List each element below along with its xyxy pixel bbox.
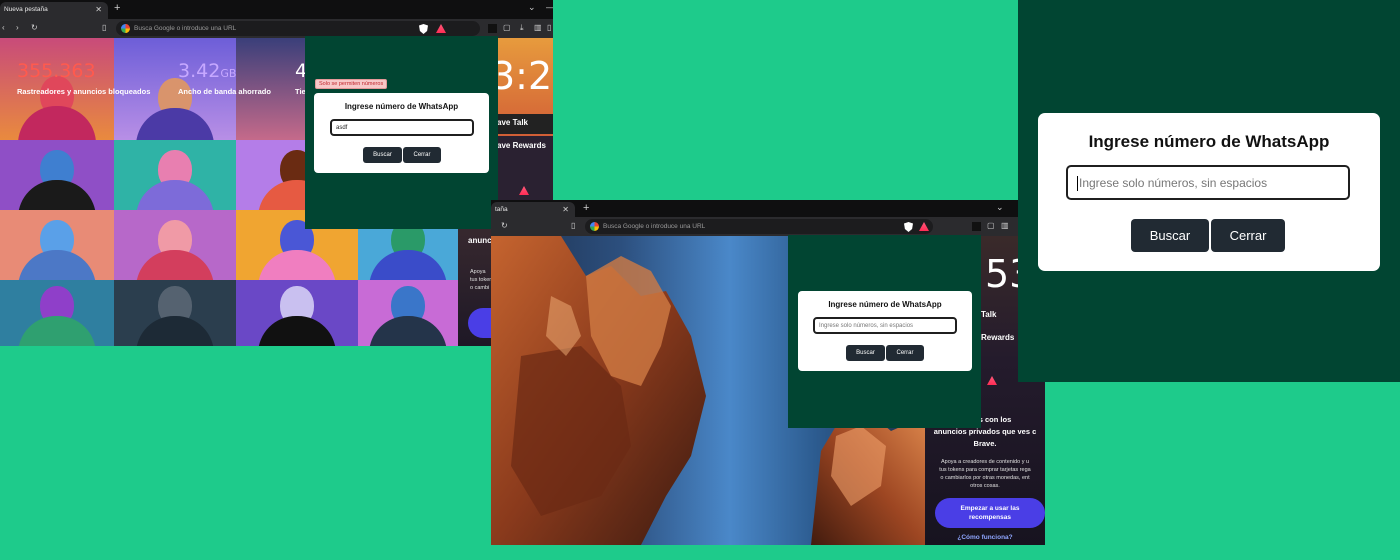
google-icon: [590, 222, 599, 231]
illustration-tile: [0, 140, 114, 210]
bookmark-icon[interactable]: ▯: [102, 23, 106, 32]
plus-icon[interactable]: +: [583, 202, 589, 214]
modal-title: Ingrese número de WhatsApp: [828, 300, 942, 309]
chevron-down-icon[interactable]: ⌄: [996, 202, 1004, 213]
sidebar-icon[interactable]: ▥: [534, 23, 542, 32]
brave-rewards-link[interactable]: Rewards: [981, 333, 1014, 342]
close-icon[interactable]: ✕: [562, 205, 569, 214]
sidebar-icon[interactable]: ▥: [1001, 221, 1009, 230]
rewards-cta-button[interactable]: Empezar a usar las recompensas: [935, 498, 1045, 528]
brave-rewards-widget[interactable]: ave Rewards: [491, 136, 553, 210]
clock: 3:20: [491, 54, 553, 98]
search-button[interactable]: Buscar: [363, 147, 402, 163]
chevron-down-icon[interactable]: ⌄: [528, 2, 536, 13]
reload-icon[interactable]: ↻: [31, 23, 38, 32]
search-button[interactable]: Buscar: [846, 345, 885, 361]
person-illustration: [17, 216, 97, 280]
brave-talk-link[interactable]: Talk: [981, 310, 996, 319]
modal-title: Ingrese número de WhatsApp: [344, 102, 459, 111]
person-illustration: [135, 72, 215, 140]
person-illustration: [17, 284, 97, 346]
rewards-heading: anunc: [468, 236, 492, 245]
close-button[interactable]: Cerrar: [403, 147, 441, 163]
person-illustration: [135, 216, 215, 280]
extension-icon[interactable]: [972, 222, 981, 231]
minimize-icon[interactable]: —: [546, 2, 553, 12]
brave-talk-card[interactable]: ave Talk: [491, 114, 553, 134]
tab-title: Nueva pestaña: [4, 6, 48, 13]
brave-logo-icon: [519, 186, 529, 195]
person-illustration: [17, 146, 97, 210]
rewards-body: Apoya tus token o cambi: [470, 269, 493, 291]
phone-input[interactable]: Ingrese solo números, sin espacios: [1066, 165, 1350, 200]
person-illustration: [368, 284, 448, 346]
close-button[interactable]: Cerrar: [1211, 219, 1285, 252]
trackers-count: 355.363: [17, 60, 96, 82]
whatsapp-modal: Ingrese número de WhatsApp Ingrese solo …: [798, 291, 972, 371]
browser-screenshot-1: Nueva pestaña ✕ + ⌄ — ‹ › ↻ ▯ Busca Goog…: [0, 0, 553, 346]
url-placeholder: Busca Google o introduce una URL: [603, 223, 706, 230]
bookmark-icon[interactable]: ▯: [571, 221, 575, 230]
tab-bar: Nueva pestaña ✕ + ⌄ —: [0, 0, 553, 19]
close-icon[interactable]: ✕: [95, 5, 102, 14]
illustration-tile: [114, 140, 236, 210]
illustration-tile: [236, 280, 358, 346]
illustration-tile: [114, 280, 236, 346]
person-illustration: [257, 284, 337, 346]
url-input[interactable]: Busca Google o introduce una URL: [585, 219, 933, 234]
close-button[interactable]: Cerrar: [886, 345, 924, 361]
trackers-label: Rastreadores y anuncios bloqueados: [17, 87, 151, 96]
how-it-works-link[interactable]: ¿Cómo funciona?: [925, 534, 1045, 541]
bandwidth-value: 3.42GB: [178, 60, 237, 82]
menu-icon[interactable]: ▯: [547, 23, 551, 32]
whatsapp-modal: Ingrese número de WhatsApp asdf Buscar C…: [314, 93, 489, 173]
search-button[interactable]: Buscar: [1131, 219, 1209, 252]
illustration-tile: [114, 210, 236, 280]
bandwidth-label: Ancho de banda ahorrado: [178, 87, 271, 96]
illustration-tile: [0, 280, 114, 346]
tab-title: taña: [495, 206, 508, 213]
tab-bar: taña ✕ + ⌄: [491, 200, 1045, 217]
person-illustration: [135, 146, 215, 210]
illustration-tile: [0, 210, 114, 280]
wallet-icon[interactable]: ▢: [987, 221, 995, 230]
illustration-tile: [358, 280, 458, 346]
reload-icon[interactable]: ↻: [501, 221, 508, 230]
tab-new-tab[interactable]: taña ✕: [491, 202, 575, 217]
google-icon: [121, 24, 130, 33]
whatsapp-modal: Ingrese número de WhatsApp Ingrese solo …: [1038, 113, 1380, 271]
validation-error: Solo se permiten números: [315, 79, 388, 89]
person-illustration: [135, 284, 215, 346]
download-icon[interactable]: ⤓: [520, 23, 524, 33]
tab-new-tab[interactable]: Nueva pestaña ✕: [0, 2, 108, 19]
phone-input[interactable]: asdf: [330, 119, 474, 136]
browser-screenshot-2: taña ✕ + ⌄ ↻ ▯ Busca Google o introduce …: [491, 200, 1045, 545]
url-placeholder: Busca Google o introduce una URL: [134, 25, 237, 32]
wallet-icon[interactable]: ▢: [503, 23, 511, 32]
phone-input[interactable]: Ingrese solo números, sin espacios: [813, 317, 957, 334]
back-icon[interactable]: ‹: [2, 23, 5, 32]
plus-icon[interactable]: +: [114, 2, 120, 14]
text-cursor: [1077, 176, 1078, 192]
zoomed-modal-screenshot: Ingrese número de WhatsApp Ingrese solo …: [1018, 0, 1400, 382]
address-bar-row: ↻ ▯ Busca Google o introduce una URL ▢ ▥: [491, 217, 1045, 236]
brave-logo-icon: [987, 376, 997, 385]
extension-icon[interactable]: [488, 24, 497, 33]
rewards-body: Apoya a creadores de contenido y u tus t…: [939, 459, 1031, 489]
modal-title: Ingrese número de WhatsApp: [1088, 132, 1330, 151]
forward-icon[interactable]: ›: [16, 23, 19, 32]
